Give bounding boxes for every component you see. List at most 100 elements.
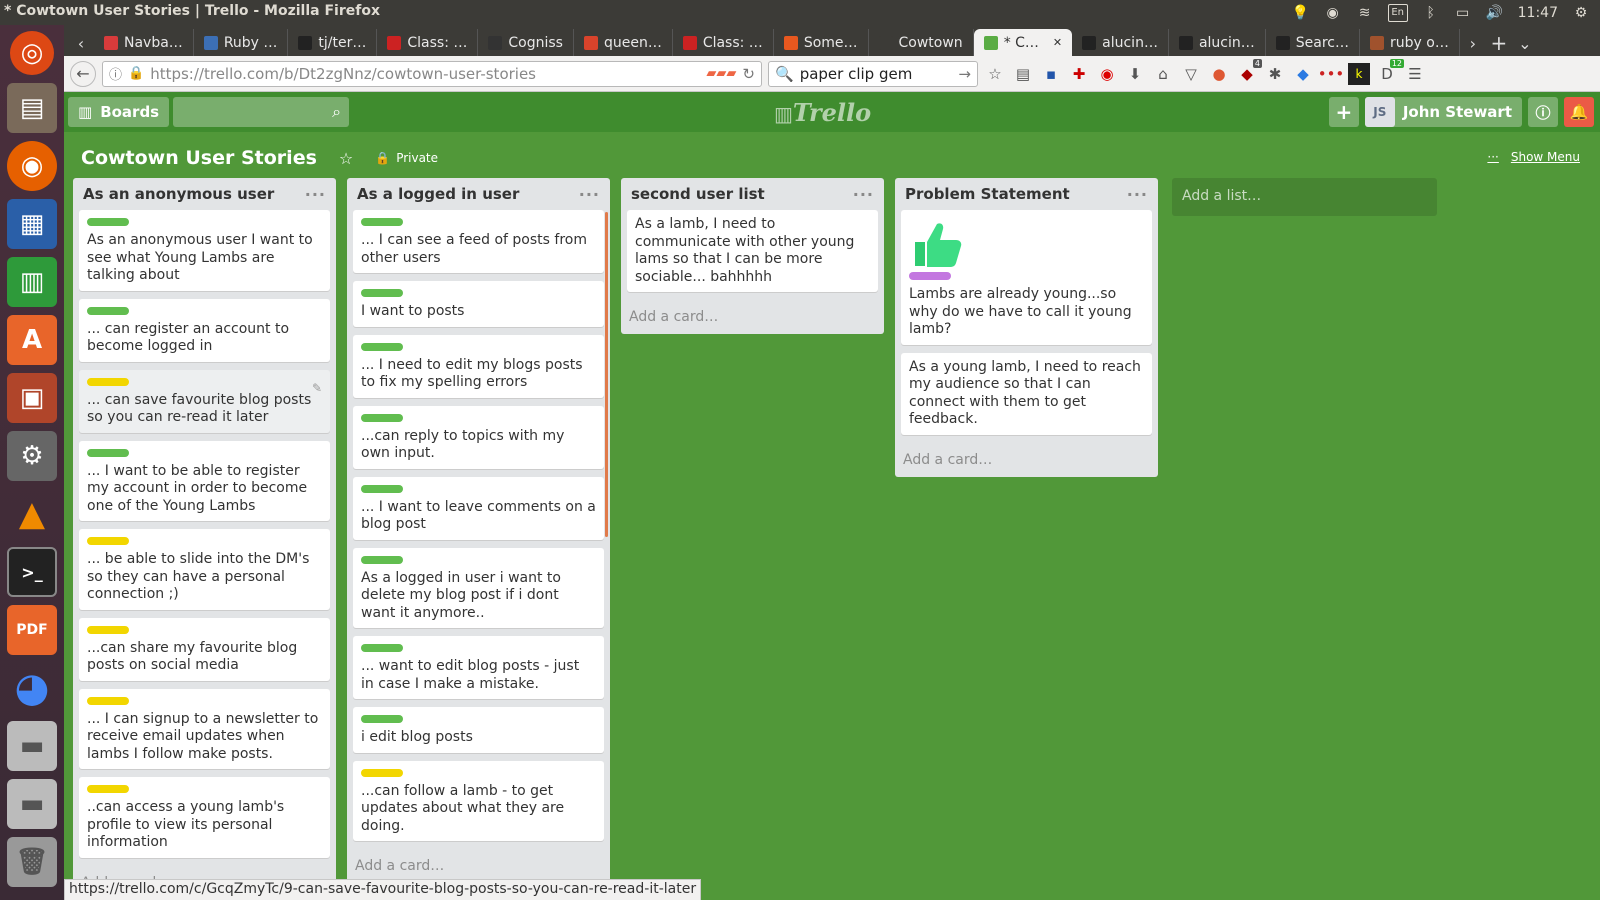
- search-go-icon[interactable]: →: [958, 65, 971, 83]
- add-list-button[interactable]: Add a list…: [1172, 178, 1437, 216]
- ubuntu-dash-icon[interactable]: ◎: [10, 31, 54, 75]
- browser-tab[interactable]: Some…: [774, 29, 869, 56]
- list-header[interactable]: As a logged in user ···: [353, 178, 604, 210]
- browser-tab[interactable]: Searc…: [1266, 29, 1360, 56]
- list-title[interactable]: As an anonymous user: [83, 185, 274, 203]
- boards-button[interactable]: ▥ Boards: [68, 97, 170, 127]
- trash-icon[interactable]: 🗑: [7, 837, 57, 887]
- impress-icon[interactable]: ▣: [7, 373, 57, 423]
- card[interactable]: ... I can see a feed of posts from other…: [353, 210, 604, 273]
- dropbox-icon[interactable]: ◆: [1292, 63, 1314, 85]
- extension-puzzle-icon[interactable]: ✱: [1264, 63, 1286, 85]
- pdf-reader-icon[interactable]: PDF: [7, 605, 57, 655]
- volume-icon[interactable]: 🔊: [1486, 4, 1504, 22]
- tab-scroll-left-icon[interactable]: ‹: [68, 30, 94, 56]
- card[interactable]: ... I can signup to a newsletter to rece…: [79, 688, 330, 769]
- battery-icon[interactable]: ▭: [1454, 4, 1472, 22]
- list-title[interactable]: Problem Statement: [905, 185, 1070, 203]
- browser-tab[interactable]: Navba…: [94, 29, 194, 56]
- visibility-label[interactable]: Private: [396, 151, 438, 165]
- software-center-icon[interactable]: A: [7, 315, 57, 365]
- card[interactable]: ...can share my favourite blog posts on …: [79, 617, 330, 681]
- reading-list-icon[interactable]: ▤: [1012, 63, 1034, 85]
- lock-icon[interactable]: 🔒: [375, 151, 390, 165]
- browser-tab[interactable]: alucin…: [1169, 29, 1266, 56]
- browser-tab[interactable]: ruby o…: [1360, 29, 1460, 56]
- list-menu-dots-icon[interactable]: ···: [1127, 185, 1148, 204]
- lastpass-icon[interactable]: •••: [1318, 63, 1345, 85]
- firefox-icon[interactable]: ◉: [7, 141, 57, 191]
- browser-tab[interactable]: Class: …: [377, 29, 479, 56]
- card[interactable]: ...can reply to topics with my own input…: [353, 405, 604, 469]
- drive-icon[interactable]: ▬: [7, 721, 57, 771]
- card[interactable]: ... want to edit blog posts - just in ca…: [353, 636, 604, 699]
- list-menu-dots-icon[interactable]: ···: [579, 185, 600, 204]
- browser-tab[interactable]: Ruby …: [194, 29, 289, 56]
- info-icon[interactable]: ⓘ: [1528, 97, 1558, 127]
- bookmark-star-icon[interactable]: ☆: [984, 63, 1006, 85]
- card[interactable]: As a young lamb, I need to reach my audi…: [901, 352, 1152, 435]
- list-header[interactable]: As an anonymous user ···: [79, 178, 330, 210]
- wifi-icon[interactable]: ≋: [1356, 4, 1374, 22]
- settings-icon[interactable]: ⚙: [7, 431, 57, 481]
- show-menu-link[interactable]: ··· Show Menu: [1487, 150, 1580, 164]
- trello-logo[interactable]: ▥Trello: [774, 98, 871, 127]
- back-arrow-icon[interactable]: ←: [70, 60, 96, 87]
- tab-scroll-right-icon[interactable]: ›: [1460, 30, 1486, 56]
- card[interactable]: As a lamb, I need to communicate with ot…: [627, 210, 878, 292]
- clock[interactable]: 11:47: [1518, 5, 1558, 21]
- download-icon[interactable]: ⬇: [1124, 63, 1146, 85]
- list-scrollbar[interactable]: [605, 212, 608, 537]
- chrome-icon[interactable]: ◕: [7, 663, 57, 713]
- page-addon-icons[interactable]: ▰▰▰: [706, 66, 736, 81]
- browser-tab[interactable]: queen…: [574, 29, 673, 56]
- keyboard-layout-indicator[interactable]: En: [1387, 3, 1408, 22]
- reload-icon[interactable]: ↻: [742, 65, 755, 83]
- power-gear-icon[interactable]: ⚙: [1572, 4, 1590, 22]
- browser-tab[interactable]: Cogniss: [478, 29, 574, 56]
- list-menu-dots-icon[interactable]: ···: [305, 185, 326, 204]
- star-icon[interactable]: ☆: [339, 149, 353, 168]
- card[interactable]: ...can follow a lamb - to get updates ab…: [353, 760, 604, 841]
- tab-list-icon[interactable]: ⌄: [1512, 30, 1538, 56]
- files-icon[interactable]: ▤: [7, 83, 57, 133]
- browser-tab[interactable]: Cowtown: [869, 29, 974, 56]
- card[interactable]: i edit blog posts: [353, 707, 604, 753]
- card[interactable]: As an anonymous user I want to see what …: [79, 210, 330, 291]
- board-search-input[interactable]: ⌕: [173, 97, 350, 127]
- card[interactable]: ... be able to slide into the DM's so th…: [79, 529, 330, 610]
- add-card-button[interactable]: Add a card…: [353, 849, 604, 883]
- list-header[interactable]: Problem Statement ···: [901, 178, 1152, 210]
- list-header[interactable]: second user list ···: [627, 178, 878, 210]
- close-tab-icon[interactable]: ✕: [1053, 36, 1062, 49]
- calc-icon[interactable]: ▥: [7, 257, 57, 307]
- card[interactable]: ... I need to edit my blogs posts to fix…: [353, 334, 604, 398]
- duckduckgo-icon[interactable]: ●: [1208, 63, 1230, 85]
- writer-icon[interactable]: ▦: [7, 199, 57, 249]
- new-tab-icon[interactable]: +: [1486, 30, 1512, 56]
- list-menu-dots-icon[interactable]: ···: [853, 185, 874, 204]
- pocket-icon[interactable]: ◉: [1096, 63, 1118, 85]
- browser-tab[interactable]: Class: …: [673, 29, 774, 56]
- pocket-save-icon[interactable]: ▽: [1180, 63, 1202, 85]
- bluetooth-icon[interactable]: ᛒ: [1422, 4, 1440, 22]
- drive-icon-2[interactable]: ▬: [7, 779, 57, 829]
- hamburger-menu-icon[interactable]: ☰: [1404, 63, 1426, 85]
- search-input[interactable]: paper clip gem: [800, 65, 953, 83]
- add-button[interactable]: +: [1328, 97, 1359, 127]
- card[interactable]: ..can access a young lamb's profile to v…: [79, 777, 330, 858]
- card[interactable]: ... can register an account to become lo…: [79, 298, 330, 362]
- browser-tab[interactable]: tj/ter…: [288, 29, 378, 56]
- list-title[interactable]: second user list: [631, 185, 765, 203]
- card[interactable]: As a logged in user i want to delete my …: [353, 547, 604, 628]
- member-button[interactable]: JS John Stewart: [1364, 97, 1522, 127]
- card[interactable]: ... I want to be able to register my acc…: [79, 440, 330, 521]
- ublock-icon[interactable]: ◆ 4: [1236, 58, 1262, 85]
- keep-icon[interactable]: k: [1348, 62, 1370, 85]
- card[interactable]: Lambs are already young...so why do we h…: [901, 210, 1152, 345]
- home-icon[interactable]: ⌂: [1152, 63, 1174, 85]
- notification-bell-icon[interactable]: 🔔: [1564, 97, 1594, 127]
- vlc-icon[interactable]: ▲: [7, 489, 57, 539]
- info-icon[interactable]: ⓘ: [109, 64, 122, 83]
- chrome-indicator-icon[interactable]: ◉: [1324, 4, 1342, 22]
